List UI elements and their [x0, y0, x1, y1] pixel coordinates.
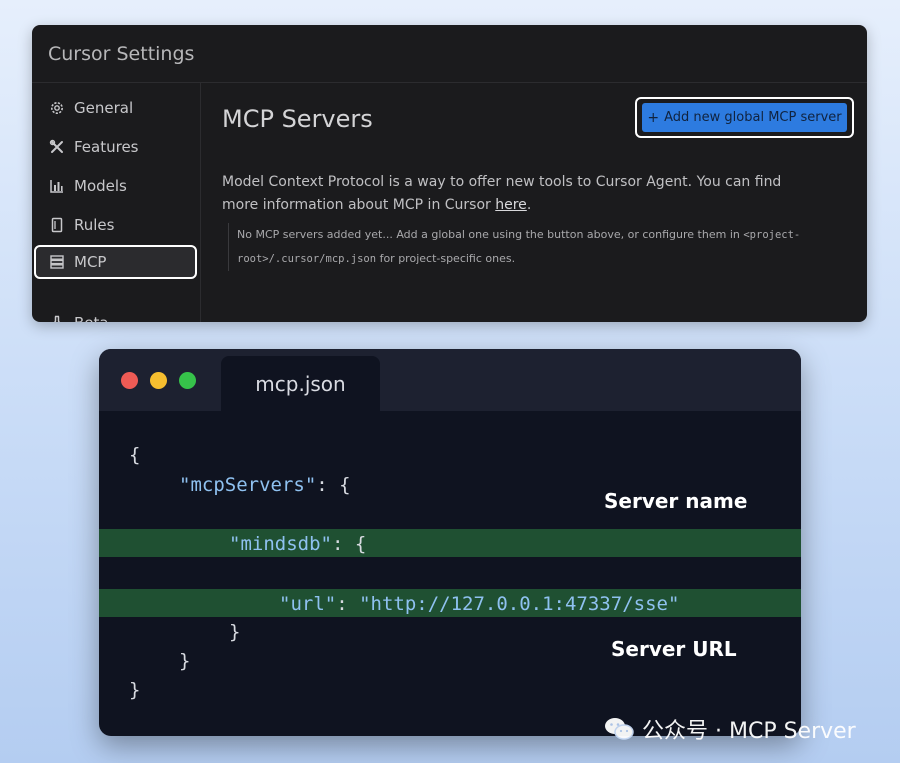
- plus-icon: +: [647, 109, 660, 126]
- editor-title-bar: mcp.json: [99, 349, 801, 411]
- sidebar-item-rules[interactable]: Rules: [32, 208, 197, 242]
- url-value: "http://127.0.0.1:47337/sse": [359, 593, 680, 615]
- sidebar-item-features[interactable]: Features: [32, 130, 197, 164]
- server-name-key: "mindsdb": [229, 533, 332, 555]
- add-global-mcp-server-button[interactable]: + Add new global MCP server: [642, 103, 847, 132]
- sidebar-item-label: General: [74, 99, 134, 117]
- code-close-mid: }: [179, 650, 191, 672]
- sidebar-item-mcp[interactable]: MCP: [34, 245, 197, 279]
- close-window-dot[interactable]: [121, 372, 138, 389]
- tools-icon: [48, 138, 66, 156]
- add-mcp-button-highlight: + Add new global MCP server: [635, 97, 854, 138]
- book-icon: [48, 216, 66, 234]
- code-close-inner: }: [229, 621, 241, 643]
- mcpservers-colon-brace: : {: [316, 474, 351, 496]
- annotation-server-url: Server URL: [611, 637, 737, 661]
- sidebar-item-beta[interactable]: Beta: [32, 306, 197, 322]
- settings-sidebar: General Features Models Rules MCP: [32, 83, 201, 322]
- page-title: MCP Servers: [222, 105, 373, 133]
- code-open-brace: {: [129, 444, 141, 466]
- description-end: .: [526, 197, 532, 213]
- sidebar-item-label: Rules: [74, 216, 115, 234]
- mcp-json-editor-window: mcp.json { "mcpServers": { "mindsdb": { …: [99, 349, 801, 736]
- empty-state-notice: No MCP servers added yet... Add a global…: [228, 223, 837, 271]
- tab-mcp-json[interactable]: mcp.json: [221, 356, 380, 411]
- url-colon: :: [336, 593, 360, 615]
- mcpservers-key: "mcpServers": [179, 474, 317, 496]
- wechat-icon: [605, 718, 634, 740]
- code-line-mcpservers: "mcpServers": {: [179, 474, 351, 496]
- notice-path-part-2: root>/.cursor/mcp.json: [237, 253, 377, 265]
- sidebar-item-models[interactable]: Models: [32, 169, 197, 203]
- bar-chart-icon: [48, 177, 66, 195]
- sidebar-item-label: Features: [74, 138, 139, 156]
- annotation-server-name: Server name: [604, 489, 748, 513]
- watermark-text: 公众号 · MCP Server: [642, 719, 856, 744]
- sidebar-item-label: Beta: [74, 314, 109, 322]
- settings-title: Cursor Settings: [48, 43, 195, 65]
- minimize-window-dot[interactable]: [150, 372, 167, 389]
- notice-text: No MCP servers added yet... Add a global…: [237, 228, 740, 241]
- server-stack-icon: [48, 253, 66, 271]
- settings-main-panel: MCP Servers + Add new global MCP server …: [222, 83, 867, 322]
- code-line-url: "url": "http://127.0.0.1:47337/sse": [279, 593, 679, 615]
- code-area: { "mcpServers": { "mindsdb": { "url": "h…: [99, 411, 801, 736]
- sidebar-item-general[interactable]: General: [32, 91, 197, 125]
- notice-path-part-1: <project-: [743, 229, 801, 241]
- flask-icon: [48, 314, 66, 322]
- server-colon-brace: : {: [331, 533, 367, 555]
- gear-icon: [48, 99, 66, 117]
- watermark: 公众号 · MCP Server: [604, 713, 856, 745]
- sidebar-item-label: MCP: [74, 253, 107, 271]
- sidebar-item-label: Models: [74, 177, 127, 195]
- add-button-label: Add new global MCP server: [664, 110, 842, 125]
- cursor-settings-window: Cursor Settings General Features Models …: [32, 25, 867, 322]
- maximize-window-dot[interactable]: [179, 372, 196, 389]
- url-key: "url": [279, 593, 337, 615]
- highlight-server-name: [99, 529, 801, 557]
- here-link[interactable]: here: [495, 197, 527, 213]
- code-line-mindsdb: "mindsdb": {: [229, 533, 366, 555]
- mcp-description: Model Context Protocol is a way to offer…: [222, 171, 822, 217]
- notice-end: for project-specific ones.: [379, 252, 516, 265]
- code-close-outer: }: [129, 679, 141, 701]
